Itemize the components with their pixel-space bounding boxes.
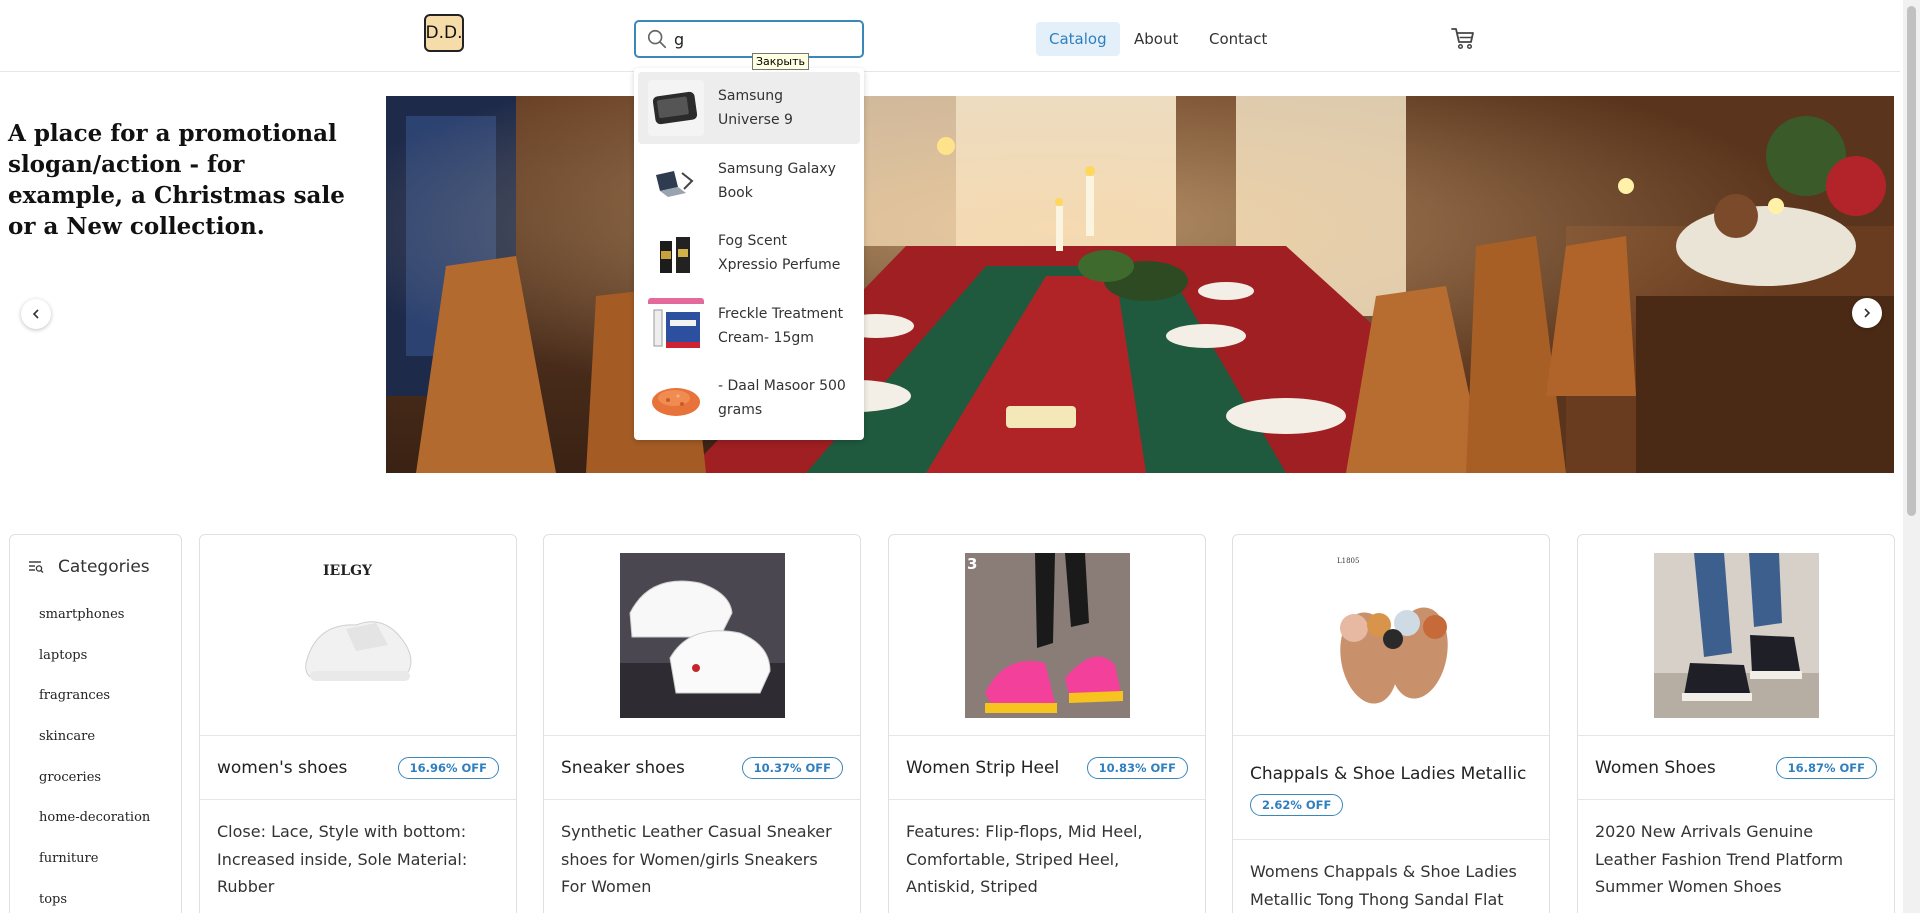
product-card[interactable]: IELGY women's shoes 16.96% OFF Close: La… [199, 534, 517, 913]
product-image-text: IELGY [323, 563, 373, 579]
category-item[interactable]: laptops [39, 648, 150, 689]
product-image: 3 [964, 553, 1130, 718]
category-item[interactable]: fragrances [39, 688, 150, 729]
category-filter-icon [29, 561, 44, 573]
product-description: Features: Flip-flops, Mid Heel, Comforta… [906, 822, 1143, 896]
page-scrollbar[interactable] [1903, 0, 1920, 913]
product-description: 2020 New Arrivals Genuine Leather Fashio… [1595, 822, 1844, 896]
product-image: L1805 [1308, 553, 1474, 718]
nav-contact[interactable]: Contact [1196, 22, 1280, 56]
product-card[interactable]: 3 Women Strip Heel 10.83% OFF Features: … [888, 534, 1206, 913]
laptop-thumb-icon [648, 152, 704, 209]
category-item[interactable]: smartphones [39, 607, 150, 648]
categories-panel: Categories smartphones laptops fragrance… [9, 534, 182, 913]
suggestion-name: Freckle Treatment Cream- 15gm [718, 305, 844, 346]
product-name: Women Shoes [1595, 757, 1716, 778]
product-name: Women Strip Heel [906, 757, 1060, 778]
carousel-next-button[interactable] [1852, 298, 1882, 328]
suggestion-item[interactable]: - Daal Masoor 500 grams [638, 362, 860, 434]
product-card[interactable]: L1805 Chappals & Shoe Ladies Metallic 2.… [1232, 534, 1550, 913]
suggestion-item[interactable]: Freckle Treatment Cream- 15gm [638, 290, 860, 362]
suggestion-name: Samsung Universe 9 [718, 88, 793, 128]
product-image [1653, 553, 1819, 718]
category-item[interactable]: groceries [39, 770, 150, 811]
categories-heading: Categories [58, 557, 150, 577]
product-image-text: 3 [967, 555, 977, 573]
discount-badge: 16.96% OFF [397, 756, 499, 779]
category-item[interactable]: furniture [39, 851, 150, 892]
scrollbar-thumb[interactable] [1907, 6, 1916, 516]
product-image-text: L1805 [1337, 557, 1359, 565]
phone-thumb-icon [648, 80, 704, 136]
suggestion-name: Fog Scent Xpressio Perfume [718, 233, 841, 273]
product-card[interactable]: Sneaker shoes 10.37% OFF Synthetic Leath… [543, 534, 861, 913]
chevron-left-icon [32, 309, 39, 319]
promo-slogan: A place for a promotional slogan/action … [8, 120, 345, 240]
lentils-thumb-icon [648, 370, 704, 426]
suggestion-name: - Daal Masoor 500 grams [718, 378, 846, 418]
site-header: D.D. Catalog About Contact [0, 0, 1900, 72]
product-image: IELGY [275, 553, 441, 718]
category-item[interactable]: tops [39, 892, 150, 913]
suggestion-name: Samsung Galaxy Book [718, 160, 836, 201]
discount-badge: 10.37% OFF [741, 756, 843, 779]
product-name: Chappals & Shoe Ladies Metallic [1250, 763, 1527, 784]
product-image [619, 553, 785, 718]
search-icon [647, 29, 667, 49]
product-description: Synthetic Leather Casual Sneaker shoes f… [561, 822, 832, 896]
carousel-prev-button[interactable] [21, 299, 51, 329]
product-name: Sneaker shoes [561, 757, 685, 778]
hero-banner-image [386, 96, 1894, 473]
site-logo[interactable]: D.D. [424, 14, 464, 52]
search-input[interactable] [674, 26, 854, 52]
suggestion-item[interactable]: Samsung Universe 9 [638, 72, 860, 144]
category-list: smartphones laptops fragrances skincare … [39, 607, 150, 913]
discount-badge: 16.87% OFF [1775, 756, 1877, 779]
suggestion-item[interactable]: Fog Scent Xpressio Perfume [638, 217, 860, 289]
nav-about[interactable]: About [1121, 22, 1191, 56]
category-item[interactable]: skincare [39, 729, 150, 770]
nav-catalog[interactable]: Catalog [1036, 22, 1120, 56]
chevron-right-icon [1864, 308, 1871, 318]
product-description: Close: Lace, Style with bottom: Increase… [217, 822, 468, 896]
product-card[interactable]: Women Shoes 16.87% OFF 2020 New Arrivals… [1577, 534, 1895, 913]
product-description: Womens Chappals & Shoe Ladies Metallic T… [1250, 862, 1517, 909]
discount-badge: 2.62% OFF [1250, 793, 1344, 816]
discount-badge: 10.83% OFF [1086, 756, 1188, 779]
close-tooltip: Закрыть [752, 53, 809, 70]
suggestion-item[interactable]: Samsung Galaxy Book [638, 145, 860, 217]
search-suggestions: Samsung Universe 9 Samsung Galaxy Book F… [634, 68, 864, 440]
perfume-thumb-icon [648, 225, 704, 281]
cream-thumb-icon [648, 297, 704, 354]
cart-icon[interactable] [1450, 26, 1476, 50]
categories-title: Categories [28, 557, 150, 577]
product-name: women's shoes [217, 757, 348, 778]
search-box[interactable] [634, 20, 864, 58]
category-item[interactable]: home-decoration [39, 810, 150, 851]
